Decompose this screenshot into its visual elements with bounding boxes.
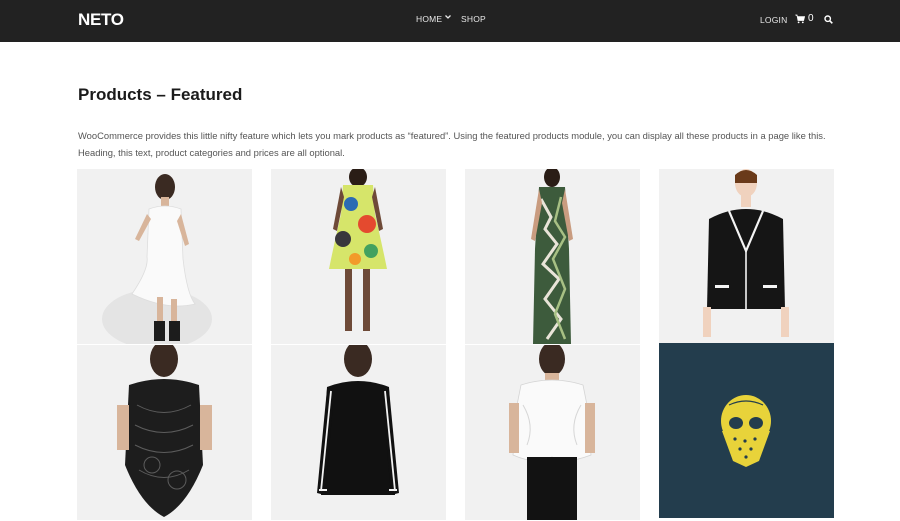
nav-item-home[interactable]: HOME xyxy=(416,14,452,24)
chevron-down-icon xyxy=(445,15,452,19)
search-icon[interactable] xyxy=(824,15,833,24)
nav-home-label: HOME xyxy=(416,14,443,24)
product-image xyxy=(102,174,212,344)
cart-button[interactable]: 0 xyxy=(795,13,814,24)
product-print-dress[interactable] xyxy=(271,169,446,344)
product-white-dress[interactable] xyxy=(77,169,252,344)
login-link[interactable]: LOGIN xyxy=(760,15,787,25)
product-image xyxy=(531,169,573,344)
cart-count: 0 xyxy=(808,13,814,24)
page-title: Products – Featured xyxy=(78,85,243,104)
shopping-cart-icon xyxy=(795,14,805,23)
nav-item-shop[interactable]: SHOP xyxy=(461,14,486,24)
site-header: NETO HOME SHOP LOGIN 0 xyxy=(0,0,900,42)
nav-shop-label: SHOP xyxy=(461,14,486,24)
product-skull-poster[interactable] xyxy=(659,343,834,518)
product-black-jacket[interactable] xyxy=(271,345,446,520)
intro-line-1: WooCommerce provides this little nifty f… xyxy=(78,130,826,141)
product-black-cardigan[interactable] xyxy=(659,169,834,344)
intro-text: WooCommerce provides this little nifty f… xyxy=(78,128,826,161)
product-image xyxy=(317,345,399,495)
site-logo[interactable]: NETO xyxy=(78,10,124,30)
skull-icon xyxy=(721,395,771,467)
intro-line-2: Heading, this text, product categories a… xyxy=(78,146,345,158)
featured-products-grid xyxy=(77,169,834,521)
product-image xyxy=(509,345,595,520)
product-lace-top[interactable] xyxy=(77,345,252,520)
product-image xyxy=(329,169,387,331)
product-palm-gown[interactable] xyxy=(465,169,640,344)
product-image xyxy=(703,169,789,337)
product-image xyxy=(117,345,212,517)
product-ruffle-top[interactable] xyxy=(465,345,640,520)
